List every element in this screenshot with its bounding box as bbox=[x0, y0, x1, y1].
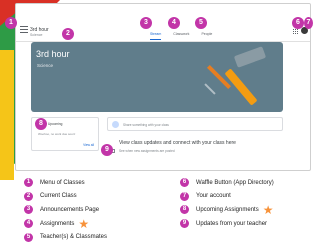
legend-number: 6 bbox=[180, 178, 189, 188]
upcoming-title: Upcoming bbox=[48, 122, 63, 126]
legend-item: 4 Assignments ★ bbox=[24, 217, 107, 231]
badge-9: 9 bbox=[101, 144, 113, 156]
legend-label: Upcoming Assignments bbox=[196, 206, 259, 213]
legend-item: 1 Menu of Classes bbox=[24, 176, 107, 190]
tab-people[interactable]: People bbox=[201, 32, 212, 40]
badge-1: 1 bbox=[5, 17, 17, 29]
hammer-icon bbox=[233, 46, 267, 68]
legend-label: Your account bbox=[196, 193, 231, 200]
badge-7: 7 bbox=[304, 17, 313, 29]
legend-label: Assignments bbox=[40, 220, 75, 227]
apps-grid-icon[interactable] bbox=[293, 29, 298, 34]
badge-5: 5 bbox=[195, 17, 207, 29]
view-all-link[interactable]: View all bbox=[83, 143, 94, 147]
legend-label: Announcements Page bbox=[40, 206, 100, 213]
announcement-placeholder: Share something with your class bbox=[123, 123, 169, 127]
legend-number: 1 bbox=[24, 178, 33, 188]
tab-stream[interactable]: Stream bbox=[150, 32, 162, 40]
badge-4: 4 bbox=[168, 17, 180, 29]
legend-label: Menu of Classes bbox=[40, 179, 85, 186]
legend-item: 2 Current Class bbox=[24, 190, 107, 204]
badge-3: 3 bbox=[140, 17, 152, 29]
legend-label: Teacher(s) & Classmates bbox=[40, 234, 108, 241]
top-bar: 3rd hour Science Stream Classwork People bbox=[16, 4, 310, 42]
legend-number: 7 bbox=[180, 191, 189, 201]
badge-6: 6 bbox=[292, 17, 304, 29]
legend-item: 5 Teacher(s) & Classmates bbox=[24, 230, 107, 244]
legend-left-column: 1 Menu of Classes 2 Current Class 3 Anno… bbox=[24, 176, 107, 244]
legend-label: Updates from your teacher bbox=[196, 220, 268, 227]
class-banner: 3rd hour Science bbox=[31, 42, 283, 112]
star-icon: ★ bbox=[78, 216, 90, 231]
announcement-box[interactable]: Share something with your class bbox=[107, 117, 283, 131]
legend: 1 Menu of Classes 2 Current Class 3 Anno… bbox=[18, 176, 308, 244]
banner-subtitle: Science bbox=[37, 63, 54, 68]
deco-yellow-band bbox=[0, 50, 14, 180]
legend-number: 4 bbox=[24, 219, 33, 229]
legend-label: Current Class bbox=[40, 193, 77, 200]
legend-number: 5 bbox=[24, 232, 33, 242]
class-subtitle: Science bbox=[30, 33, 43, 37]
star-icon: ★ bbox=[262, 202, 274, 217]
tab-bar: Stream Classwork People bbox=[150, 32, 212, 40]
badge-8: 8 bbox=[35, 118, 47, 130]
menu-icon[interactable] bbox=[20, 26, 28, 33]
legend-number: 3 bbox=[24, 205, 33, 215]
stream-hint: View class updates and connect with your… bbox=[107, 137, 283, 157]
legend-item: 9 Updates from your teacher bbox=[180, 217, 274, 231]
banner-title: 3rd hour bbox=[36, 49, 70, 59]
legend-item: 3 Announcements Page bbox=[24, 203, 107, 217]
classroom-screen: 3rd hour Science Stream Classwork People… bbox=[15, 3, 311, 171]
screwdriver-tip bbox=[204, 83, 216, 95]
legend-item: 8 Upcoming Assignments ★ bbox=[180, 203, 274, 217]
avatar bbox=[112, 121, 119, 128]
legend-right-column: 6 Waffle Button (App Directory) 7 Your a… bbox=[180, 176, 274, 230]
tab-classwork[interactable]: Classwork bbox=[173, 32, 189, 40]
legend-item: 7 Your account bbox=[180, 190, 274, 204]
badge-2: 2 bbox=[62, 28, 74, 40]
stream-hint-main: View class updates and connect with your… bbox=[119, 140, 236, 146]
stream-hint-sub: See when new assignments are posted bbox=[119, 149, 175, 153]
legend-number: 2 bbox=[24, 191, 33, 201]
legend-number: 9 bbox=[180, 219, 189, 229]
legend-label: Waffle Button (App Directory) bbox=[196, 179, 274, 186]
upcoming-text: Woohoo, no work due soon! bbox=[38, 132, 76, 136]
legend-item: 6 Waffle Button (App Directory) bbox=[180, 176, 274, 190]
legend-number: 8 bbox=[180, 205, 189, 215]
